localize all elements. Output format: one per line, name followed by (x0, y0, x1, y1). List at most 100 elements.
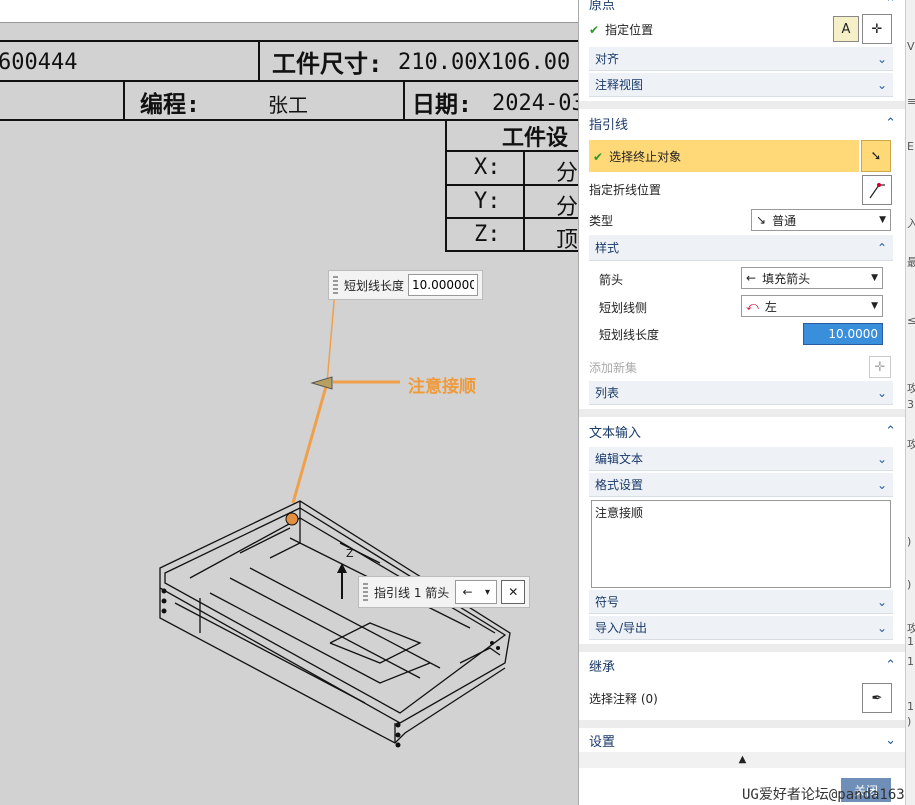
add-set-label: 添加新集 (589, 360, 638, 375)
graphics-title-bar (0, 0, 578, 23)
type-select[interactable]: ↘ 普通 ▼ (751, 209, 891, 231)
stub-side-value: 左 (764, 299, 777, 314)
select-terminate-label: 选择终止对象 (609, 149, 682, 164)
format-settings-label: 格式设置 (595, 478, 644, 492)
add-set-row: 添加新集 (589, 355, 893, 379)
specify-jog-row[interactable]: 指定折线位置 (589, 177, 893, 201)
text-input-section-header[interactable]: 文本输入 ⌃ (579, 418, 906, 444)
caret-up-icon: ▲ (738, 754, 747, 765)
chevron-down-icon: ⌄ (876, 385, 887, 400)
symbol-subsection[interactable]: 符号 ⌄ (589, 590, 893, 614)
section-divider (579, 101, 906, 109)
stub-side-icon: ⤺ (746, 298, 759, 313)
text-input-section-title: 文本输入 (589, 425, 642, 441)
edit-text-label: 编辑文本 (595, 452, 644, 466)
type-label: 类型 (589, 213, 614, 228)
note-text-area[interactable]: 注意接顺 (591, 500, 891, 588)
expand-more-bar[interactable]: ▲ (579, 752, 906, 768)
edit-text-subsection[interactable]: 编辑文本 ⌄ (589, 447, 893, 471)
stub-length-value: 10.0000 (828, 327, 878, 341)
origin-section-title: 原点 (589, 0, 616, 13)
chevron-up-icon: ⌃ (885, 423, 896, 439)
style-subsection[interactable]: 样式 ⌃ (589, 235, 893, 261)
section-divider (579, 644, 906, 652)
arrow-icon: ← (462, 585, 473, 599)
import-export-subsection[interactable]: 导入/导出 ⌄ (589, 616, 893, 640)
list-label: 列表 (595, 386, 620, 400)
chevron-down-icon: ▾ (485, 586, 491, 598)
arrow-label: 箭头 (599, 272, 624, 287)
close-icon[interactable]: ✕ (501, 580, 526, 604)
chevron-down-icon: ⌄ (876, 51, 887, 66)
specify-jog-label: 指定折线位置 (589, 182, 662, 197)
drag-handle[interactable] (363, 583, 368, 601)
stub-length-label: 短划线长度 (599, 327, 660, 342)
align-label: 对齐 (595, 52, 620, 66)
settings-section-title: 设置 (589, 734, 616, 750)
inherit-section-header[interactable]: 继承 ⌃ (579, 652, 906, 678)
origin-section-header[interactable]: 原点 ⌃ (579, 0, 906, 16)
jog-line-icon (869, 183, 885, 199)
chevron-up-icon: ⌃ (885, 0, 896, 11)
chevron-down-icon: ▼ (871, 301, 878, 311)
settings-section-header[interactable]: 设置 ⌄ (579, 727, 906, 753)
stub-side-select[interactable]: ⤺ 左 ▼ (741, 295, 883, 317)
select-annotation-row[interactable]: 选择注释 (0) (589, 686, 893, 710)
chevron-down-icon: ⌄ (876, 594, 887, 609)
inherit-section-title: 继承 (589, 659, 616, 675)
specify-location-icon[interactable]: ✛ (862, 14, 892, 44)
part-drawing: Z (159, 290, 511, 748)
leader-arrow-callout[interactable]: 指引线 1 箭头 ← ▾ ✕ (358, 576, 531, 608)
eyedropper-icon[interactable]: ✒ (862, 683, 892, 713)
annotation-placement-icon[interactable]: A (833, 16, 859, 42)
arrow-row: 箭头 (599, 267, 739, 291)
jog-location-icon[interactable] (862, 175, 892, 205)
annotation-view-subsection[interactable]: 注释视图 ⌄ (589, 73, 893, 97)
arrow-select[interactable]: ← 填充箭头 ▼ (741, 267, 883, 289)
right-scroll-strip[interactable]: V≡E入最≤攻3攻))攻111) (905, 0, 915, 805)
style-label: 样式 (595, 241, 620, 255)
stub-side-label: 短划线侧 (599, 300, 648, 315)
svg-text:Z: Z (346, 547, 354, 560)
leader-arrow-callout-label: 指引线 1 箭头 (374, 585, 450, 600)
leader-type-icon: ↘ (756, 213, 767, 227)
chevron-down-icon: ⌄ (876, 451, 887, 466)
stub-length-callout[interactable]: 短划线长度 (328, 270, 484, 300)
chevron-down-icon: ⌄ (876, 477, 887, 492)
annotation-view-label: 注释视图 (595, 78, 644, 92)
stub-side-row: 短划线侧 (599, 295, 739, 319)
list-subsection[interactable]: 列表 ⌄ (589, 381, 893, 405)
add-set-icon[interactable]: ✛ (869, 356, 891, 378)
chevron-down-icon: ▼ (879, 215, 886, 225)
arrow-value: 填充箭头 (762, 271, 811, 286)
format-settings-subsection[interactable]: 格式设置 ⌄ (589, 473, 893, 497)
check-icon: ✔ (589, 22, 600, 37)
align-subsection[interactable]: 对齐 ⌄ (589, 47, 893, 71)
chevron-up-icon: ⌃ (885, 115, 896, 131)
note-annotation-text[interactable]: 注意接顺 (408, 372, 476, 397)
stub-length-input[interactable]: 10.0000 (803, 323, 883, 345)
stub-length-row: 短划线长度 (599, 322, 739, 346)
forum-watermark: UG爱好者论坛@panda163 (742, 787, 905, 803)
annotation-dialog: 原点 ⌃ ✔ 指定位置 A ✛ 对齐 ⌄ 注释视图 ⌄ 指引线 ⌃ ✔ 选择终止对象 ➘… (578, 0, 906, 805)
select-terminate-icon[interactable]: ➘ (861, 140, 891, 172)
chevron-up-icon: ⌃ (876, 240, 887, 255)
filled-arrow-icon: ← (746, 271, 757, 285)
graphics-canvas[interactable]: 600444 工件尺寸: 210.00X106.00 编程: 张工 日期: 20… (0, 23, 578, 805)
leader-arrow-select[interactable]: ← ▾ (455, 580, 498, 604)
drag-handle[interactable] (333, 276, 338, 294)
symbol-label: 符号 (595, 595, 620, 609)
leader-section-header[interactable]: 指引线 ⌃ (579, 110, 906, 136)
chevron-down-icon: ⌄ (876, 620, 887, 635)
type-value: 普通 (772, 213, 797, 228)
check-icon: ✔ (593, 149, 604, 164)
chevron-down-icon: ⌄ (876, 77, 887, 92)
leader-section-title: 指引线 (589, 117, 629, 133)
import-export-label: 导入/导出 (595, 621, 648, 635)
stub-length-callout-label: 短划线长度 (344, 278, 405, 293)
select-terminate-row[interactable]: ✔ 选择终止对象 (589, 140, 859, 172)
select-annotation-label: 选择注释 (0) (589, 691, 658, 706)
chevron-down-icon: ⌄ (885, 732, 896, 748)
chevron-up-icon: ⌃ (885, 657, 896, 673)
stub-length-callout-input[interactable] (408, 274, 479, 296)
